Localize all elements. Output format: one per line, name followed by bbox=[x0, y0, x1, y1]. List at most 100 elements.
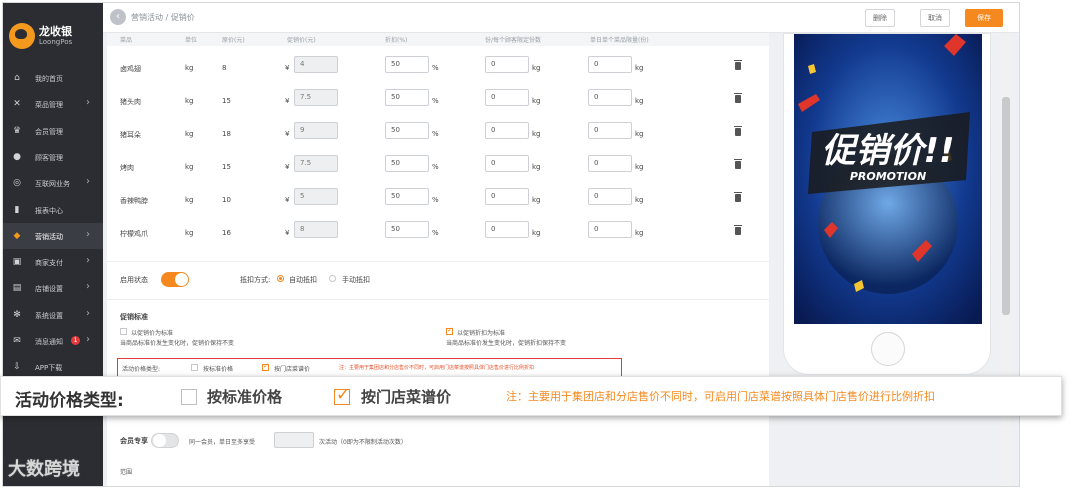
sidebar-item[interactable]: ♛ 会员管理 bbox=[3, 118, 103, 144]
discount-input[interactable]: 50 bbox=[385, 56, 429, 73]
status-toggle[interactable] bbox=[161, 272, 189, 287]
app-window: 龙收银 LoongPos ⌂ 我的首页 ✕ 菜品管理 › ♛ 会员管理 ● 顾客管理 ◎ 互联网业务… bbox=[0, 0, 1080, 489]
promo-price-input[interactable]: 9 bbox=[294, 122, 338, 139]
scrollbar[interactable] bbox=[1001, 33, 1011, 486]
chevron-right-icon: › bbox=[86, 228, 90, 240]
member-toggle[interactable] bbox=[151, 433, 179, 448]
promo-subtitle: PROMOTION bbox=[850, 170, 926, 183]
promo-price-input[interactable]: 7.5 bbox=[294, 155, 338, 172]
trash-icon[interactable] bbox=[734, 60, 742, 70]
item-unit: kg bbox=[185, 64, 194, 72]
zoom-standard-checkbox[interactable] bbox=[181, 389, 197, 405]
price-type-menu-checkbox[interactable] bbox=[262, 362, 269, 371]
chevron-right-icon: › bbox=[86, 334, 90, 345]
item-orig-price: 8 bbox=[222, 64, 227, 72]
sidebar-item[interactable]: ◆ 营销活动 › bbox=[3, 222, 103, 249]
kg-unit: kg bbox=[635, 163, 644, 171]
zoom-label: 活动价格类型: bbox=[15, 391, 124, 411]
promo-price-input[interactable]: 8 bbox=[294, 221, 338, 238]
zoom-menu-checkbox[interactable] bbox=[334, 385, 350, 405]
percent-unit: % bbox=[432, 229, 439, 237]
sidebar-item[interactable]: ● 顾客管理 bbox=[3, 144, 103, 170]
sidebar-item[interactable]: ▣ 商家支付 › bbox=[3, 249, 103, 275]
sidebar-item[interactable]: ▤ 店铺设置 › bbox=[3, 275, 103, 301]
sidebar-item[interactable]: ✉ 消息通知 1 › bbox=[3, 328, 103, 354]
item-orig-price: 18 bbox=[222, 130, 231, 138]
trash-icon[interactable] bbox=[734, 126, 742, 136]
trash-icon[interactable] bbox=[734, 159, 742, 169]
rounding-manual-radio[interactable] bbox=[329, 275, 336, 282]
limit-per-customer-input[interactable]: 0 bbox=[485, 89, 529, 106]
item-unit: kg bbox=[185, 97, 194, 105]
discount-input[interactable]: 50 bbox=[385, 188, 429, 205]
col-header: 原价(元) bbox=[222, 37, 245, 44]
daily-limit-input[interactable]: 0 bbox=[588, 188, 632, 205]
scroll-thumb[interactable] bbox=[1002, 97, 1010, 315]
promo-price-input[interactable]: 7.5 bbox=[294, 89, 338, 106]
back-button[interactable]: ‹ bbox=[110, 9, 126, 25]
limit-per-customer-input[interactable]: 0 bbox=[485, 122, 529, 139]
item-orig-price: 16 bbox=[222, 229, 231, 237]
sidebar-item[interactable]: ✕ 菜品管理 › bbox=[3, 91, 103, 117]
price-type-standard-checkbox[interactable] bbox=[191, 364, 198, 371]
discount-input[interactable]: 50 bbox=[385, 89, 429, 106]
daily-limit-input[interactable]: 0 bbox=[588, 122, 632, 139]
sidebar-item[interactable]: ▮ 报表中心 bbox=[3, 197, 103, 223]
delete-button[interactable]: 删除 bbox=[865, 9, 895, 27]
trash-icon[interactable] bbox=[734, 93, 742, 103]
daily-limit-input[interactable]: 0 bbox=[588, 155, 632, 172]
item-orig-price: 15 bbox=[222, 97, 231, 105]
percent-unit: % bbox=[432, 163, 439, 171]
sidebar-item-label: 店铺设置 bbox=[35, 285, 63, 294]
daily-limit-input[interactable]: 0 bbox=[588, 56, 632, 73]
promo-price-input[interactable]: 5 bbox=[294, 188, 338, 205]
rounding-auto-radio[interactable] bbox=[277, 275, 284, 282]
kg-unit: kg bbox=[635, 130, 644, 138]
main-panel: 菜品 单位 原价(元) 促销价(元) 折扣(%) 份/每个顾客限定份数 单日单个… bbox=[107, 33, 769, 486]
sidebar-item[interactable]: ✻ 系统设置 › bbox=[3, 302, 103, 328]
member-times-input[interactable] bbox=[274, 432, 314, 448]
limit-per-customer-input[interactable]: 0 bbox=[485, 188, 529, 205]
rounding-manual-label: 手动抵扣 bbox=[342, 276, 370, 284]
price-type-standard-label: 按标准价格 bbox=[203, 366, 234, 373]
promo-price-input[interactable]: 4 bbox=[294, 56, 338, 73]
phone-preview: 促销价!! PROMOTION bbox=[783, 33, 991, 375]
sidebar-item[interactable]: ⌂ 我的首页 bbox=[3, 65, 103, 91]
discount-input[interactable]: 50 bbox=[385, 122, 429, 139]
top-bar: ‹ 营销活动 / 促销价 删除 取消 保存 bbox=[103, 3, 1019, 33]
home-icon: ⌂ bbox=[14, 73, 20, 83]
sidebar-item[interactable]: ◎ 互联网业务 › bbox=[3, 170, 103, 196]
discount-input[interactable]: 50 bbox=[385, 155, 429, 172]
chevron-right-icon: › bbox=[86, 307, 90, 319]
percent-unit: % bbox=[432, 97, 439, 105]
col-header: 份/每个顾客限定份数 bbox=[485, 37, 542, 44]
divider bbox=[107, 261, 769, 262]
daily-limit-input[interactable]: 0 bbox=[588, 221, 632, 238]
table-row: 香辣鸭脖 kg 10 ¥5 50% 0 kg 0 kg bbox=[107, 186, 769, 216]
item-unit: kg bbox=[185, 163, 194, 171]
member-desc: 同一会员，单日至多享受 bbox=[189, 439, 256, 446]
rounding-auto-label: 自动抵扣 bbox=[289, 276, 317, 284]
standard-discount-checkbox[interactable] bbox=[446, 326, 453, 335]
tag-icon: ◆ bbox=[13, 230, 21, 241]
logo: 龙收银 LoongPos bbox=[9, 21, 101, 53]
sidebar-item-label: 营销活动 bbox=[35, 232, 63, 241]
limit-per-customer-input[interactable]: 0 bbox=[485, 221, 529, 238]
save-button[interactable]: 保存 bbox=[965, 9, 1003, 27]
kg-unit: kg bbox=[532, 130, 541, 138]
trash-icon[interactable] bbox=[734, 192, 742, 202]
limit-per-customer-input[interactable]: 0 bbox=[485, 56, 529, 73]
chevron-right-icon: › bbox=[86, 97, 90, 109]
cancel-button[interactable]: 取消 bbox=[920, 9, 950, 27]
limit-per-customer-input[interactable]: 0 bbox=[485, 155, 529, 172]
item-unit: kg bbox=[185, 229, 194, 237]
standard-price-checkbox[interactable] bbox=[120, 328, 127, 335]
trash-icon[interactable] bbox=[734, 225, 742, 235]
discount-input[interactable]: 50 bbox=[385, 221, 429, 238]
standard-price-desc: 当商品标准价发生变化时，促销价保持不变 bbox=[120, 340, 235, 347]
currency-symbol: ¥ bbox=[285, 196, 290, 204]
logo-sub: LoongPos bbox=[39, 38, 73, 46]
zoom-callout: 活动价格类型: 按标准价格 按门店菜谱价 注：主要用于集团店和分店售价不同时，可… bbox=[0, 376, 1062, 416]
item-name: 柠檬鸡爪 bbox=[120, 230, 148, 238]
daily-limit-input[interactable]: 0 bbox=[588, 89, 632, 106]
